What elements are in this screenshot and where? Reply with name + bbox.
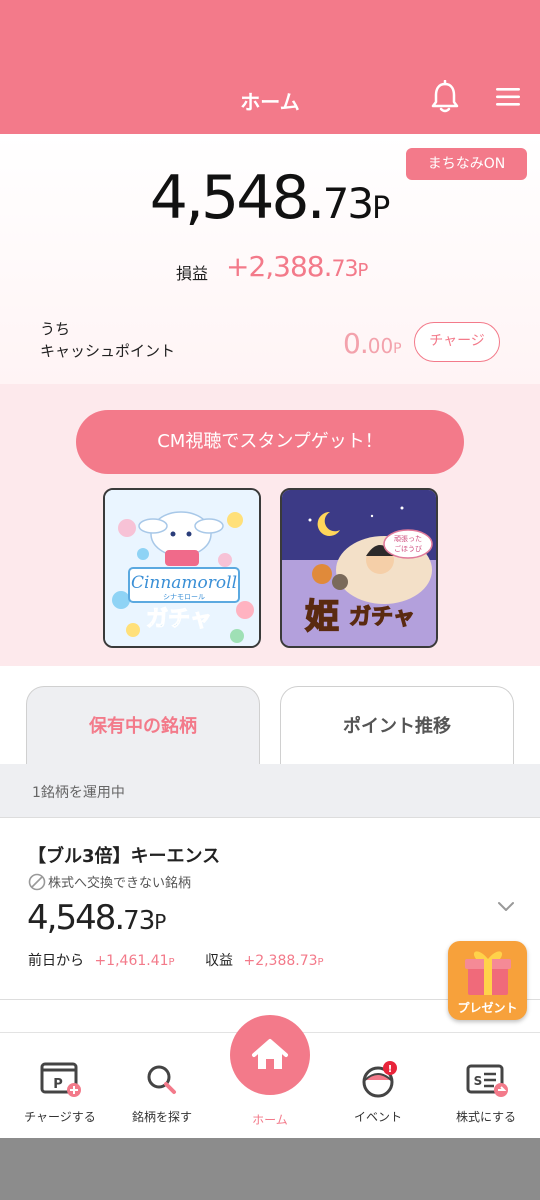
cash-value-unit: P bbox=[393, 341, 402, 357]
cash-label-line2: キャッシュポイント bbox=[40, 342, 176, 360]
cash-point-value: 0.00P bbox=[343, 327, 402, 360]
system-navigation-bar bbox=[0, 1138, 540, 1200]
stock-value-main: 4,548. bbox=[27, 898, 125, 938]
nav-event-label: イベント bbox=[353, 1110, 402, 1124]
nav-search-label: 銘柄を探す bbox=[131, 1110, 192, 1124]
charge-icon: P bbox=[40, 1062, 81, 1097]
svg-text:頑張った: 頑張った bbox=[394, 535, 422, 543]
svg-text:ごほうび: ごほうび bbox=[394, 544, 422, 553]
chevron-down-icon[interactable] bbox=[496, 900, 516, 914]
nav-event[interactable]: ! イベント bbox=[324, 1060, 432, 1125]
cash-value-decimal: 00 bbox=[367, 334, 394, 358]
earnings-unit: P bbox=[317, 957, 324, 968]
day-change-unit: P bbox=[168, 957, 175, 968]
stock-stats: 前日から +1,461.41P 収益 +2,388.73P bbox=[28, 950, 324, 970]
charge-button[interactable]: チャージ bbox=[414, 322, 500, 362]
nav-search[interactable]: 銘柄を探す bbox=[108, 1060, 216, 1125]
operating-count-text: 1銘柄を運用中 bbox=[32, 785, 125, 801]
operating-count-bar: 1銘柄を運用中 bbox=[0, 764, 540, 818]
nav-home-label: ホーム bbox=[252, 1113, 288, 1127]
event-icon: ! bbox=[362, 1061, 397, 1098]
menu-icon[interactable] bbox=[494, 86, 522, 108]
tab-point-history[interactable]: ポイント推移 bbox=[280, 686, 514, 766]
hime-gacha-card[interactable]: 頑張った ごほうび 姫 ガチャ bbox=[280, 488, 438, 648]
nav-home-button[interactable] bbox=[230, 1015, 310, 1095]
profit-value-decimal: 73 bbox=[331, 257, 359, 282]
stock-value-unit: P bbox=[154, 910, 167, 934]
stock-icon: S bbox=[466, 1064, 508, 1097]
bell-icon[interactable] bbox=[430, 80, 460, 114]
day-change-value: +1,461.41P bbox=[94, 953, 174, 969]
earnings-amount: +2,388.73 bbox=[243, 953, 318, 969]
svg-text:ガチャ: ガチャ bbox=[349, 605, 415, 630]
svg-text:S: S bbox=[474, 1074, 483, 1088]
stock-value-decimal: 73 bbox=[123, 906, 155, 936]
nav-to-stock[interactable]: S 株式にする bbox=[432, 1060, 540, 1125]
nav-charge-label: チャージする bbox=[24, 1110, 96, 1124]
app-header: ホーム bbox=[0, 0, 540, 134]
cash-label-line1: うち bbox=[40, 320, 71, 338]
home-icon bbox=[252, 1039, 288, 1069]
total-points: 4,548.73P bbox=[0, 163, 540, 233]
earnings-label: 収益 bbox=[205, 953, 234, 969]
svg-text:ガチャ: ガチャ bbox=[146, 607, 212, 632]
prohibited-icon bbox=[28, 873, 46, 891]
profit-label: 損益 bbox=[176, 264, 209, 283]
nav-to-stock-label: 株式にする bbox=[455, 1110, 517, 1124]
cash-value-main: 0. bbox=[343, 327, 369, 360]
total-points-main: 4,548. bbox=[149, 163, 326, 233]
earnings-value: +2,388.73P bbox=[243, 953, 323, 969]
present-button[interactable]: プレゼント bbox=[448, 941, 527, 1020]
stock-value: 4,548.73P bbox=[27, 898, 166, 938]
search-icon bbox=[147, 1065, 176, 1094]
no-exchange-text: 株式へ交換できない銘柄 bbox=[48, 876, 192, 891]
day-change-label: 前日から bbox=[28, 953, 84, 969]
profit-value-main: +2,388. bbox=[226, 250, 333, 283]
day-change-amount: +1,461.41 bbox=[94, 953, 169, 969]
cinnamoroll-gacha-illustration: Cinnamoroll シナモロール ガチャ bbox=[105, 490, 259, 646]
svg-text:姫: 姫 bbox=[305, 597, 339, 637]
nav-charge[interactable]: P チャージする bbox=[6, 1060, 114, 1125]
total-points-unit: P bbox=[372, 191, 391, 226]
svg-text:P: P bbox=[53, 1077, 63, 1092]
present-label: プレゼント bbox=[457, 1001, 518, 1015]
cash-point-label: うち キャッシュポイント bbox=[40, 318, 175, 362]
cm-stamp-button[interactable]: CM視聴でスタンプゲット！ bbox=[76, 410, 464, 474]
no-exchange-note: 株式へ交換できない銘柄 bbox=[28, 872, 191, 891]
tab-holdings[interactable]: 保有中の銘柄 bbox=[26, 686, 260, 766]
hime-gacha-illustration: 頑張った ごほうび 姫 ガチャ bbox=[282, 490, 436, 646]
stock-name: 【ブル3倍】キーエンス bbox=[28, 846, 221, 867]
svg-text:シナモロール: シナモロール bbox=[163, 593, 205, 601]
gift-icon bbox=[465, 951, 511, 995]
svg-text:Cinnamoroll: Cinnamoroll bbox=[131, 573, 237, 593]
cinnamoroll-gacha-card[interactable]: Cinnamoroll シナモロール ガチャ bbox=[103, 488, 261, 648]
profit-value: +2,388.73P bbox=[226, 250, 368, 283]
total-points-decimal: 73 bbox=[322, 179, 374, 228]
profit-value-unit: P bbox=[357, 260, 369, 281]
svg-text:!: ! bbox=[388, 1064, 393, 1075]
